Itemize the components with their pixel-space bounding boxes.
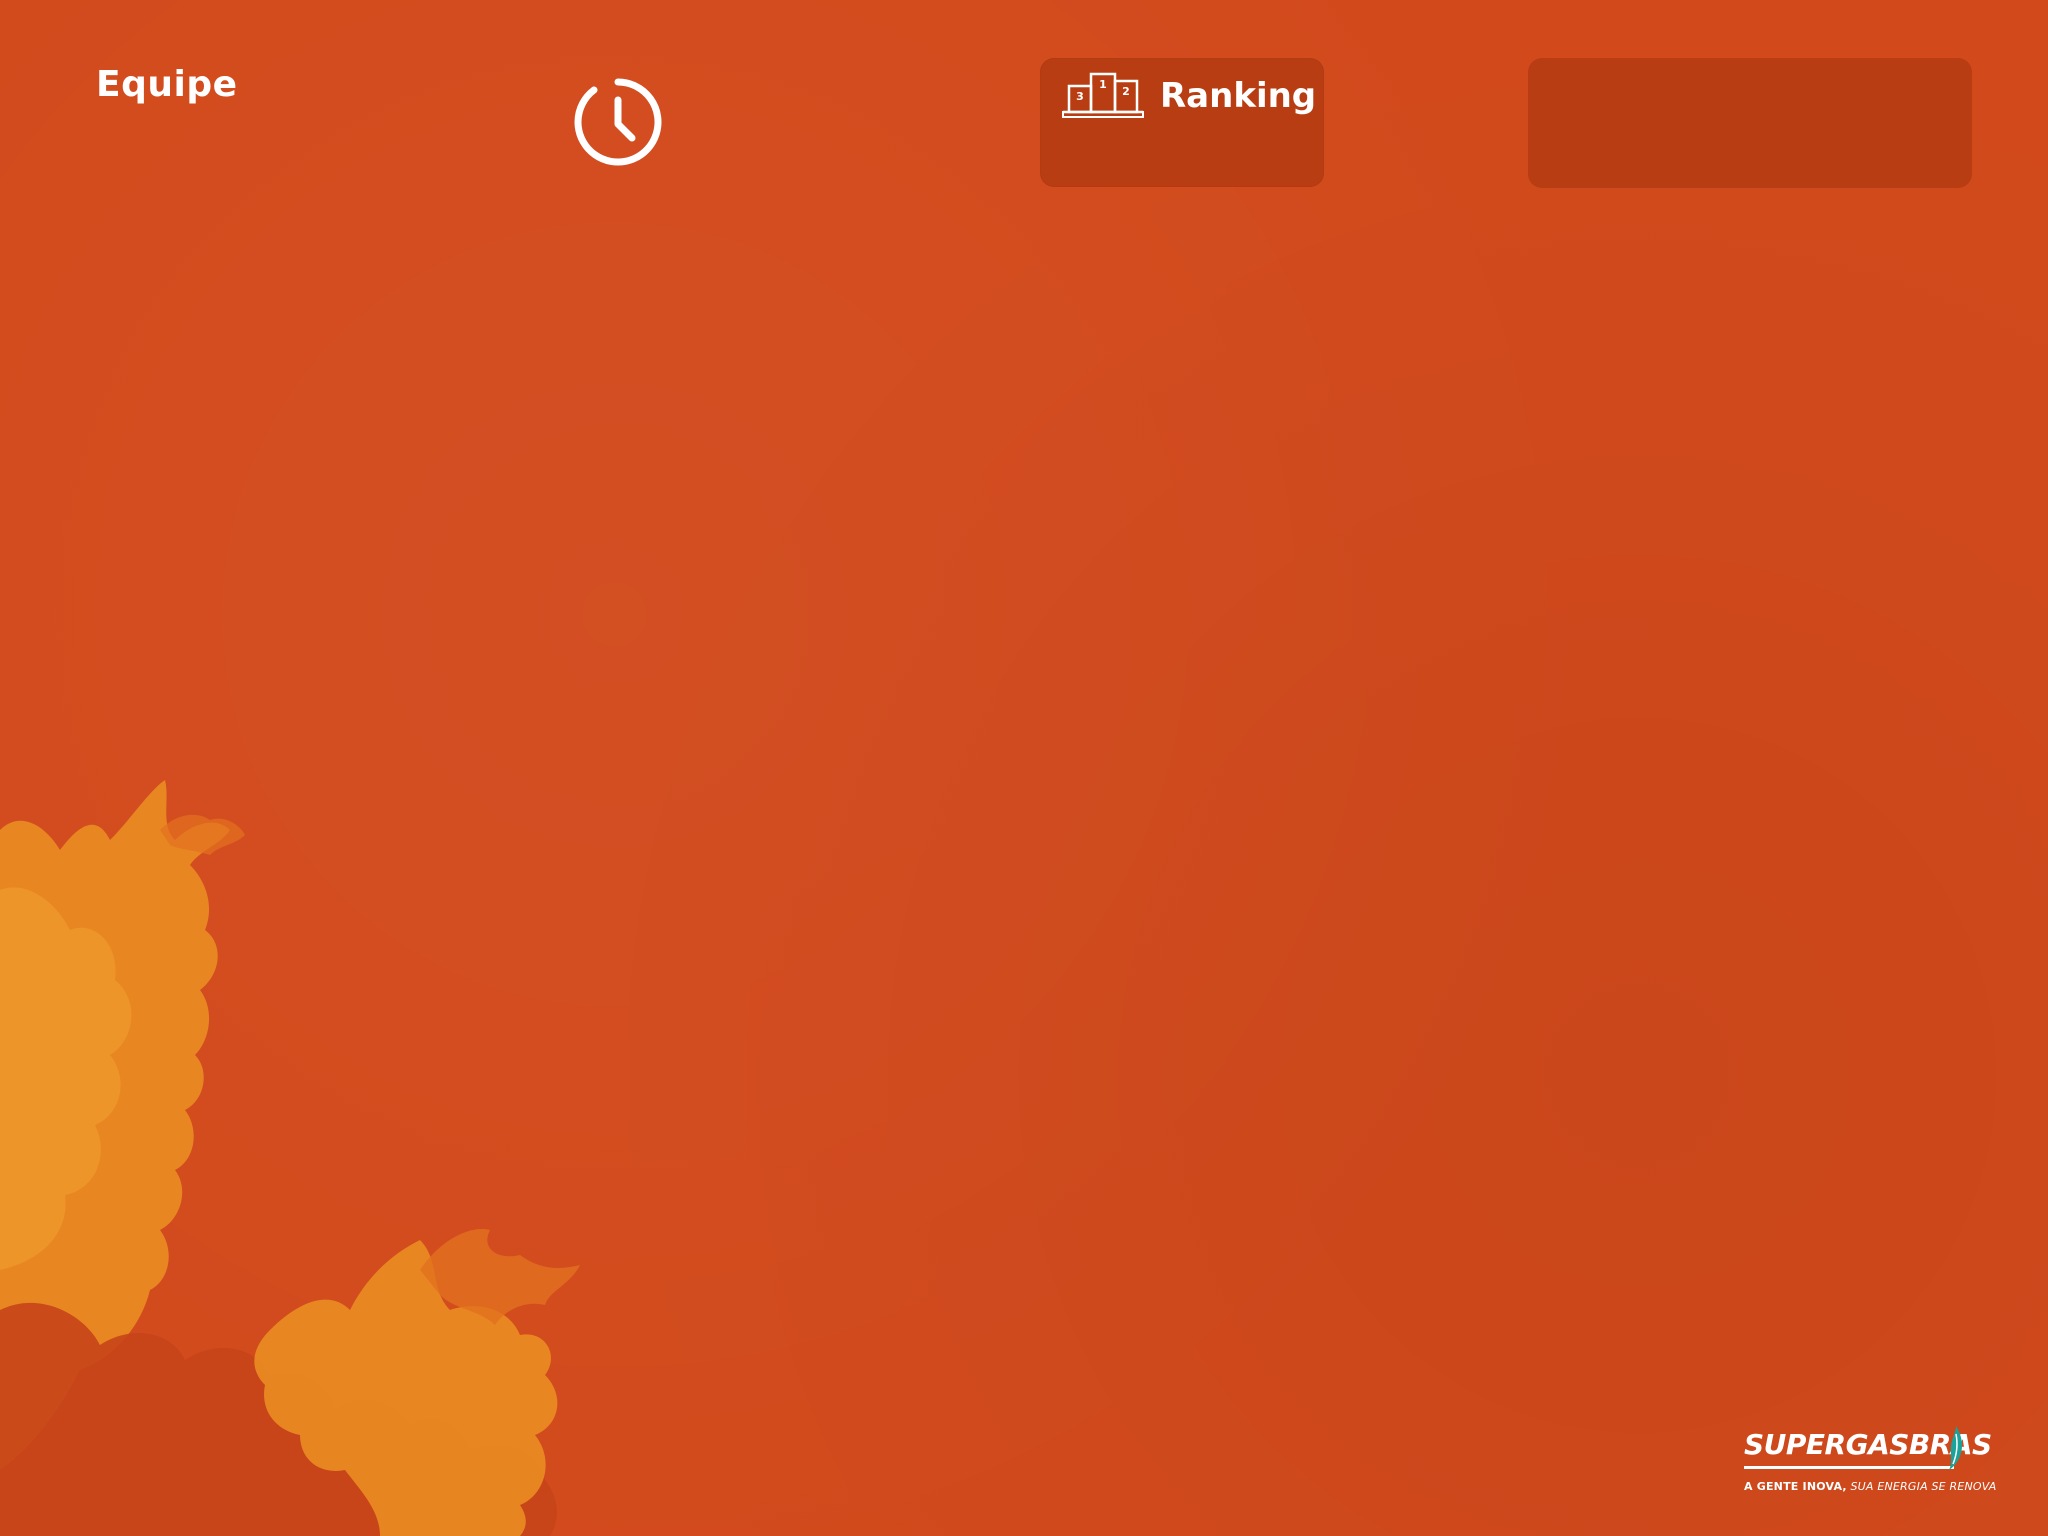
podium-icon: 1 3 2 [1062,72,1144,118]
podium-first-label: 1 [1099,78,1107,91]
ranking-label: Ranking [1160,76,1317,116]
paint-splash-decoration [0,780,580,1536]
brand-tagline-italic: SUA ENERGIA SE RENOVA [1850,1480,1997,1493]
brand-tagline: A GENTE INOVA, SUA ENERGIA SE RENOVA [1744,1480,1997,1493]
team-label: Equipe [96,64,238,105]
flame-icon [1949,1426,1963,1470]
brand-underline [1744,1466,1954,1469]
brand-logo: SUPERGASBRAS A GENTE INOVA, SUA ENERGIA … [1744,1424,1996,1496]
podium-third-label: 3 [1076,90,1084,103]
info-panel [1528,58,1972,188]
ranking-button[interactable]: 1 3 2 Ranking [1040,58,1324,187]
clock-icon [574,78,662,166]
brand-tagline-strong: A GENTE INOVA, [1744,1480,1847,1493]
clock-button[interactable] [572,76,664,168]
podium-second-label: 2 [1122,85,1130,98]
